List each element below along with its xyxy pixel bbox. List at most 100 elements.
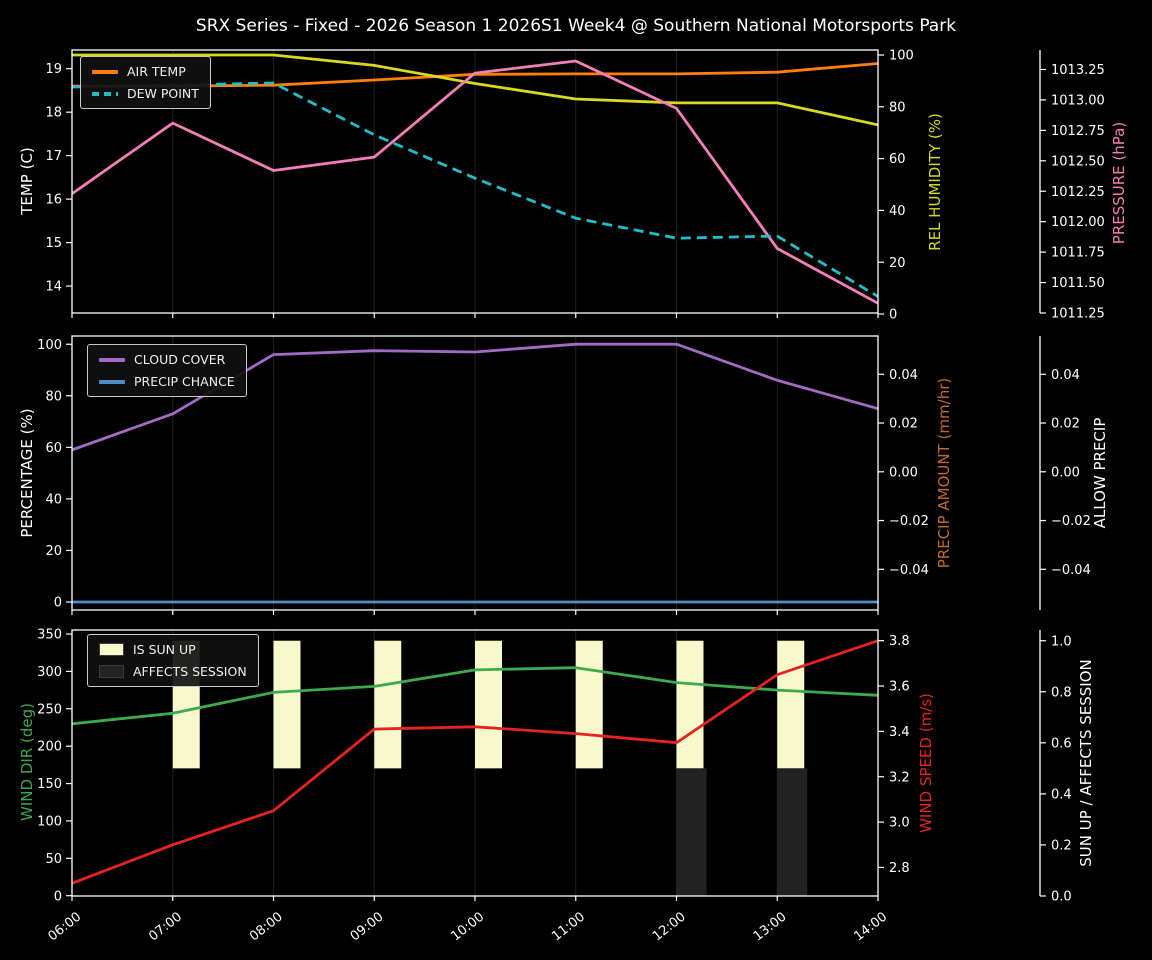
x-tick-label: 06:00 <box>46 909 85 944</box>
offset-right-tick-label: 0.2 <box>1051 838 1072 853</box>
gridlines <box>172 336 778 610</box>
offset-right-tick-label: 0.00 <box>1051 465 1080 480</box>
legend-temperature: AIR TEMP DEW POINT <box>80 56 211 109</box>
axis-label-precip-amount: PRECIP AMOUNT (mm/hr) <box>935 377 953 569</box>
axis-label-temp: TEMP (C) <box>18 147 36 215</box>
is-sun-up-bars <box>172 640 805 769</box>
bar <box>374 640 402 769</box>
right-tick-label: 80 <box>889 100 906 115</box>
legend-cloud-precip: CLOUD COVER PRECIP CHANCE <box>87 344 247 397</box>
right-tick-label: 0.00 <box>889 465 918 480</box>
precip-chance-line-swatch <box>99 379 125 384</box>
right-tick-label: −0.02 <box>889 514 929 529</box>
bar <box>777 640 805 769</box>
left-tick-label: 40 <box>45 492 62 507</box>
right-tick-label: 3.6 <box>889 680 910 695</box>
x-tick-label: 09:00 <box>348 909 387 944</box>
offset-right-tick-label: 1012.50 <box>1051 154 1105 169</box>
left-tick-label: 17 <box>45 149 62 164</box>
offset-right-tick-label: 0.0 <box>1051 890 1072 905</box>
right-tick-label: 60 <box>889 152 906 167</box>
bar <box>273 640 301 769</box>
right-tick-label: 0.02 <box>889 417 918 432</box>
offset-right-tick-label: 1.0 <box>1051 634 1072 649</box>
affects-session-bars <box>676 768 808 896</box>
bar <box>475 640 502 769</box>
right-tick-label: 0.04 <box>889 368 918 383</box>
x-tick-label: 14:00 <box>852 909 891 944</box>
gridlines <box>172 50 778 313</box>
legend-label: AFFECTS SESSION <box>133 664 247 679</box>
offset-right-tick-label: 0.8 <box>1051 685 1072 700</box>
bar <box>777 768 808 896</box>
right-tick-label: 20 <box>889 256 906 271</box>
offset-right-tick-label: 1012.25 <box>1051 185 1105 200</box>
right-tick-label: 3.8 <box>889 634 910 649</box>
air-temp-line-swatch <box>92 69 118 74</box>
axis-label-sun-up-affects-session: SUN UP / AFFECTS SESSION <box>1077 659 1095 867</box>
left-tick-label: 20 <box>45 544 62 559</box>
legend-label: AIR TEMP <box>127 64 186 79</box>
left-tick-label: 100 <box>37 338 62 353</box>
left-tick-label: 19 <box>45 62 62 77</box>
legend-item-cloud-cover: CLOUD COVER <box>99 352 235 367</box>
sun-up-bar-swatch <box>99 643 124 656</box>
left-tick-label: 150 <box>37 777 62 792</box>
left-tick-label: 80 <box>45 389 62 404</box>
offset-right-tick-label: 1011.25 <box>1051 307 1105 322</box>
offset-right-tick-label: 0.04 <box>1051 368 1080 383</box>
legend-sun-session: IS SUN UP AFFECTS SESSION <box>87 634 259 687</box>
axis-label-percentage: PERCENTAGE (%) <box>18 408 36 538</box>
x-tick-label: 10:00 <box>449 909 488 944</box>
legend-item-precip-chance: PRECIP CHANCE <box>99 374 235 389</box>
right-tick-label: 3.2 <box>889 770 910 785</box>
affects-session-bar-swatch <box>99 665 124 678</box>
legend-item-air-temp: AIR TEMP <box>92 64 199 79</box>
left-tick-label: 100 <box>37 814 62 829</box>
left-tick-label: 14 <box>45 280 62 295</box>
left-tick-label: 0 <box>54 889 62 904</box>
axis-label-pressure: PRESSURE (hPa) <box>1110 121 1128 245</box>
offset-right-tick-label: 1011.50 <box>1051 276 1105 291</box>
left-tick-label: 0 <box>54 596 62 611</box>
right-tick-label: 3.4 <box>889 725 910 740</box>
offset-right-tick-label: −0.04 <box>1051 563 1091 578</box>
forecast-plots-canvas: 1918171615141008060402001013.251013.0010… <box>37 49 1105 945</box>
bar <box>575 640 603 769</box>
right-tick-label: 100 <box>889 49 914 64</box>
right-tick-label: 2.8 <box>889 861 910 876</box>
bar <box>676 640 704 769</box>
left-tick-label: 18 <box>45 106 62 121</box>
offset-right-tick-label: 0.6 <box>1051 736 1072 751</box>
left-tick-label: 250 <box>37 702 62 717</box>
left-tick-label: 200 <box>37 740 62 755</box>
offset-right-tick-label: 1011.75 <box>1051 246 1105 261</box>
x-tick-label: 12:00 <box>650 909 689 944</box>
offset-right-tick-label: 0.02 <box>1051 417 1080 432</box>
axis-label-wind-dir: WIND DIR (deg) <box>18 703 36 821</box>
bar <box>676 768 707 896</box>
left-tick-label: 16 <box>45 193 62 208</box>
left-tick-label: 300 <box>37 665 62 680</box>
legend-item-dew-point: DEW POINT <box>92 86 199 101</box>
offset-right-tick-label: 0.4 <box>1051 787 1072 802</box>
legend-label: DEW POINT <box>127 86 199 101</box>
right-tick-label: 40 <box>889 204 906 219</box>
offset-right-tick-label: −0.02 <box>1051 514 1091 529</box>
x-tick-label: 11:00 <box>549 909 588 944</box>
offset-right-tick-label: 1013.00 <box>1051 93 1105 108</box>
left-tick-label: 350 <box>37 628 62 643</box>
axis-label-allow-precip: ALLOW PRECIP <box>1091 417 1109 529</box>
x-tick-labels: 06:00 07:00 08:00 09:00 10:00 11:00 12:00 13:00… <box>46 909 891 944</box>
right-tick-label: 0 <box>889 308 897 323</box>
x-tick-label: 13:00 <box>751 909 790 944</box>
x-tick-label: 07:00 <box>146 909 185 944</box>
dew-point-line-swatch <box>92 91 118 96</box>
axis-label-wind-speed: WIND SPEED (m/s) <box>917 693 935 833</box>
legend-label: PRECIP CHANCE <box>134 374 235 389</box>
left-tick-label: 15 <box>45 236 62 251</box>
weather-forecast-figure: SRX Series - Fixed - 2026 Season 1 2026S… <box>0 0 1152 960</box>
offset-right-tick-label: 1012.00 <box>1051 215 1105 230</box>
offset-right-tick-label: 1013.25 <box>1051 63 1105 78</box>
cloud-cover-line-swatch <box>99 357 125 362</box>
